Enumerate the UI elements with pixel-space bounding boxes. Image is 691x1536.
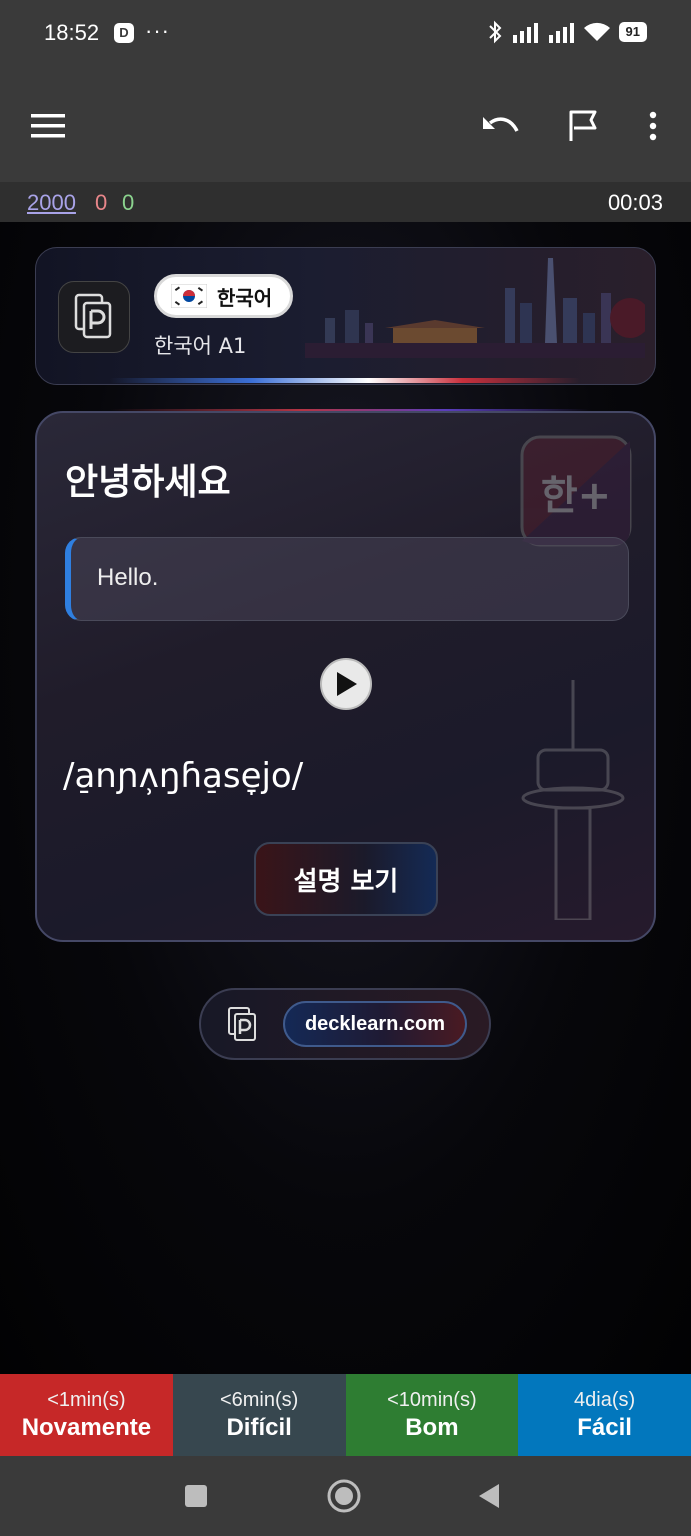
brand-footer: decklearn.com xyxy=(199,988,491,1060)
header-glow-divider xyxy=(110,378,580,383)
language-badge: 한국어 xyxy=(154,274,294,318)
korean-deck-watermark-icon: 한+ xyxy=(520,435,632,547)
clock: 18:52 xyxy=(44,20,100,45)
language-name: 한국어 xyxy=(217,285,273,310)
more-vert-icon xyxy=(649,111,657,141)
more-options-button[interactable] xyxy=(631,104,675,148)
deck-header: 한국어 한국어 A1 xyxy=(35,247,656,385)
app-toolbar xyxy=(0,68,691,182)
home-button[interactable] xyxy=(322,1474,366,1518)
front-word: 안녕하세요 xyxy=(65,462,231,503)
website-link[interactable]: decklearn.com xyxy=(283,1001,467,1047)
deck-name: 한국어 A1 xyxy=(154,334,247,358)
meaning-box: Hello. xyxy=(65,537,629,621)
play-audio-button[interactable] xyxy=(320,658,372,710)
pronunciation-ipa: /a̠nɲʌ̹ŋɦa̠se̞jo/ xyxy=(63,756,304,796)
good-label: Bom xyxy=(405,1413,459,1441)
undo-icon xyxy=(483,117,519,132)
play-icon xyxy=(337,672,357,696)
easy-label: Fácil xyxy=(577,1413,632,1441)
menu-button[interactable] xyxy=(26,104,70,148)
back-button[interactable] xyxy=(467,1474,511,1518)
flag-icon xyxy=(569,110,597,141)
again-interval: <1min(s) xyxy=(47,1388,126,1411)
decklearn-logo-icon xyxy=(228,1007,256,1041)
home-circle-icon xyxy=(327,1479,361,1513)
back-triangle-icon xyxy=(479,1484,499,1508)
answer-buttons: <1min(s) Novamente <6min(s) Difícil <10m… xyxy=(0,1374,691,1456)
deck-logo xyxy=(58,281,130,353)
meaning-text: Hello. xyxy=(97,564,159,591)
website-label: decklearn.com xyxy=(304,1012,446,1035)
easy-interval: 4dia(s) xyxy=(574,1388,636,1411)
flashcard: 한+ 안녕하세요 Hello. /a̠nɲʌ̹ŋɦa̠se̞jo/ 설명 보기 xyxy=(35,411,656,942)
recents-square-icon xyxy=(185,1485,207,1507)
learning-count: 0 xyxy=(95,190,108,215)
hard-interval: <6min(s) xyxy=(219,1388,299,1411)
korea-flag-icon xyxy=(171,284,207,308)
bluetooth-icon xyxy=(488,20,501,44)
recents-button[interactable] xyxy=(174,1474,218,1518)
system-nav-bar xyxy=(0,1456,691,1536)
show-explanation-label: 설명 보기 xyxy=(293,866,399,897)
again-button[interactable]: <1min(s) Novamente xyxy=(0,1374,173,1456)
card-counts-bar: 2000 0 0 00:03 xyxy=(0,182,691,222)
review-count: 0 xyxy=(122,190,135,215)
show-explanation-button[interactable]: 설명 보기 xyxy=(254,842,438,916)
more-notifications-icon: ··· xyxy=(145,18,170,43)
new-count[interactable]: 2000 xyxy=(27,190,76,216)
again-label: Novamente xyxy=(21,1413,152,1441)
menu-icon xyxy=(31,114,65,138)
good-interval: <10min(s) xyxy=(387,1388,477,1411)
good-button[interactable]: <10min(s) Bom xyxy=(345,1374,519,1456)
card-content: 한국어 한국어 A1 한+ 안녕하세요 Hello. /a̠nɲʌ̹ŋɦa̠se… xyxy=(0,222,691,1374)
decklearn-logo-icon xyxy=(74,293,112,339)
app-notification-icon: D xyxy=(114,23,134,43)
battery-indicator: 91 xyxy=(618,22,647,42)
signal-icon xyxy=(512,23,538,43)
hard-button[interactable]: <6min(s) Difícil xyxy=(172,1374,346,1456)
seoul-skyline-image xyxy=(305,258,645,358)
wifi-icon xyxy=(583,22,610,41)
card-timer: 00:03 xyxy=(607,190,663,215)
signal-icon-2 xyxy=(548,23,574,43)
undo-button[interactable] xyxy=(478,104,522,148)
system-icons: 91 xyxy=(487,20,647,44)
easy-button[interactable]: 4dia(s) Fácil xyxy=(518,1374,691,1456)
status-bar: 18:52 D ··· 91 xyxy=(0,0,691,68)
namsan-tower-image xyxy=(521,680,625,920)
flag-button[interactable] xyxy=(561,104,605,148)
hard-label: Difícil xyxy=(226,1413,292,1441)
watermark-text: 한+ xyxy=(541,473,611,519)
